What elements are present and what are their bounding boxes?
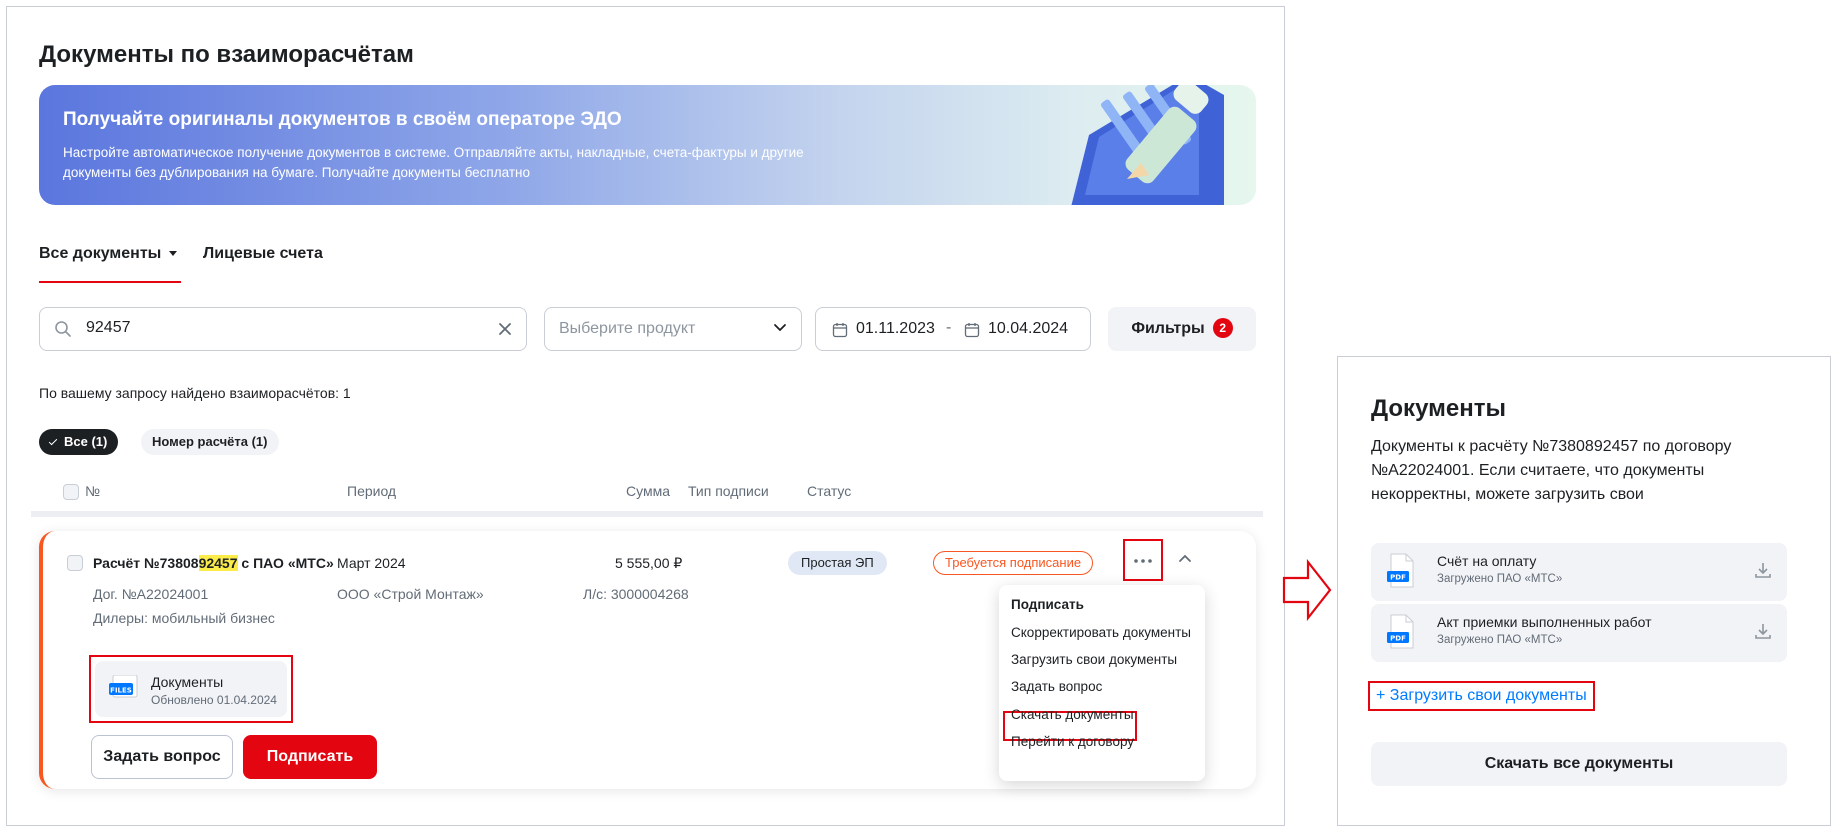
settlement-period: Март 2024 — [337, 555, 406, 571]
date-to[interactable]: 10.04.2024 — [988, 320, 1068, 338]
check-icon — [48, 436, 58, 446]
pdf-file-icon: PDF — [1387, 614, 1414, 649]
chevron-up-icon[interactable] — [1178, 553, 1192, 563]
download-icon[interactable] — [1753, 560, 1773, 580]
menu-item-go-to-contract[interactable]: Перейти к договору — [1011, 734, 1134, 749]
file-source: Загружено ПАО «МТС» — [1437, 634, 1563, 646]
ask-question-button[interactable]: Задать вопрос — [91, 735, 233, 779]
file-item[interactable]: PDF Акт приемки выполненных работ Загруж… — [1371, 604, 1787, 662]
documents-side-panel: Документы Документы к расчёту №738089245… — [1337, 356, 1831, 826]
menu-item-upload-documents[interactable]: Загрузить свои документы — [1011, 652, 1177, 667]
documents-name: Документы — [151, 674, 224, 690]
header-period: Период — [347, 483, 397, 499]
clear-icon[interactable] — [496, 320, 514, 338]
settlements-panel: Документы по взаиморасчётам Получайте ор… — [6, 6, 1285, 826]
documents-tile-highlight: FILES Документы Обновлено 01.04.2024 — [89, 655, 293, 723]
search-value: 92457 — [86, 319, 131, 336]
product-placeholder: Выберите продукт — [559, 320, 696, 337]
filters-button[interactable]: Фильтры 2 — [1108, 307, 1256, 351]
document-pen-illustration — [1071, 85, 1224, 205]
download-all-button[interactable]: Скачать все документы — [1371, 742, 1787, 786]
tab-all-documents[interactable]: Все документы — [39, 245, 181, 283]
menu-item-ask-question[interactable]: Задать вопрос — [1011, 679, 1102, 694]
file-name: Акт приемки выполненных работ — [1437, 614, 1652, 630]
side-panel-title: Документы — [1371, 395, 1506, 422]
date-separator: - — [946, 319, 952, 336]
contract-number: Дог. №А22024001 — [93, 586, 209, 602]
menu-item-download-documents[interactable]: Скачать документы — [1011, 707, 1134, 722]
product-select[interactable]: Выберите продукт — [544, 307, 802, 351]
results-count: По вашему запросу найдено взаиморасчётов… — [39, 385, 351, 401]
tab-personal-accounts[interactable]: Лицевые счета — [203, 245, 323, 283]
sign-button[interactable]: Подписать — [243, 735, 377, 779]
settlement-title[interactable]: Расчёт №7380892457 с ПАО «МТС» — [93, 555, 334, 571]
account-number: Л/с: 3000004268 — [583, 586, 689, 602]
banner-text: Настройте автоматическое получение докум… — [63, 145, 804, 180]
header-sign-type: Тип подписи — [688, 483, 769, 499]
pdf-file-icon: PDF — [1387, 553, 1414, 588]
company-name: ООО «Строй Монтаж» — [337, 586, 484, 602]
files-folder-icon: FILES — [109, 675, 138, 698]
more-dots-icon — [1134, 559, 1152, 563]
file-source: Загружено ПАО «МТС» — [1437, 573, 1563, 585]
file-item[interactable]: PDF Счёт на оплату Загружено ПАО «МТС» — [1371, 543, 1787, 601]
pdf-label: PDF — [1390, 635, 1406, 643]
menu-item-correct-documents[interactable]: Скорректировать документы — [1011, 625, 1191, 640]
date-from[interactable]: 01.11.2023 — [856, 320, 935, 338]
date-range-picker[interactable]: 01.11.2023 - 10.04.2024 — [815, 307, 1091, 351]
arrow-right-icon — [1282, 558, 1332, 622]
settlement-sum: 5 555,00 ₽ — [615, 555, 683, 571]
tab-label: Все документы — [39, 245, 162, 262]
page-title: Документы по взаиморасчётам — [39, 41, 414, 68]
documents-tile[interactable]: FILES Документы Обновлено 01.04.2024 — [95, 661, 287, 717]
banner-title: Получайте оригиналы документов в своём о… — [63, 109, 622, 130]
edo-banner[interactable]: Получайте оригиналы документов в своём о… — [39, 85, 1256, 205]
chip-all[interactable]: Все (1) — [39, 429, 119, 455]
menu-item-sign[interactable]: Подписать — [1011, 597, 1084, 612]
download-icon[interactable] — [1753, 621, 1773, 641]
calendar-icon — [964, 323, 980, 338]
chip-label: Все (1) — [64, 434, 108, 449]
side-panel-description: Документы к расчёту №7380892457 по догов… — [1371, 438, 1732, 503]
documents-updated: Обновлено 01.04.2024 — [151, 693, 277, 707]
header-status: Статус — [807, 483, 852, 499]
file-name: Счёт на оплату — [1437, 553, 1537, 569]
files-label: FILES — [110, 687, 132, 695]
search-icon — [55, 321, 71, 337]
chevron-down-icon — [774, 324, 786, 332]
table-header: № Период Сумма Тип подписи Статус — [31, 473, 1263, 517]
select-all-checkbox[interactable] — [63, 484, 79, 500]
header-sum: Сумма — [626, 483, 670, 499]
row-checkbox[interactable] — [67, 555, 83, 571]
upload-own-documents-link[interactable]: + Загрузить свои документы — [1368, 681, 1595, 711]
header-number: № — [85, 483, 101, 499]
caret-down-icon — [169, 251, 178, 257]
more-actions-button[interactable] — [1123, 539, 1163, 581]
filters-label: Фильтры — [1131, 320, 1205, 337]
sign-type-badge: Простая ЭП — [788, 551, 887, 575]
filters-count-badge: 2 — [1212, 318, 1233, 338]
calendar-icon — [832, 323, 848, 338]
search-input[interactable]: 92457 — [39, 307, 527, 351]
search-highlight: 92457 — [198, 555, 238, 571]
actions-menu: Подписать Скорректировать документы Загр… — [999, 585, 1205, 781]
segment-label: Дилеры: мобильный бизнес — [93, 610, 275, 626]
pdf-label: PDF — [1390, 574, 1406, 582]
status-badge: Требуется подписание — [933, 551, 1094, 575]
chip-settlement-number[interactable]: Номер расчёта (1) — [141, 429, 279, 455]
